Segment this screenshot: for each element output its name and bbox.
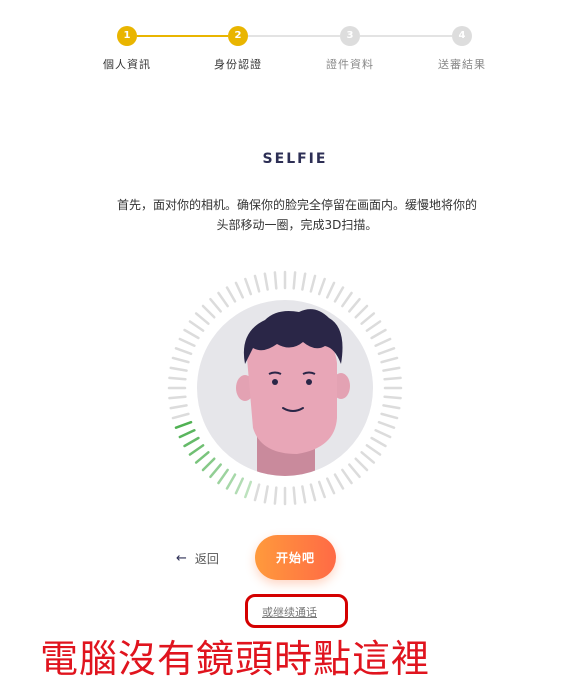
step-connector <box>360 35 452 37</box>
scan-tick <box>348 297 361 313</box>
scan-tick <box>168 376 187 381</box>
scan-tick <box>354 304 369 319</box>
step-connector <box>248 35 340 37</box>
scan-tick <box>370 436 387 448</box>
scan-tick <box>341 468 353 485</box>
scan-tick <box>174 420 193 429</box>
scan-tick <box>244 480 253 499</box>
scan-tick <box>263 272 269 291</box>
scan-tick <box>365 444 382 456</box>
scan-tick <box>374 337 392 347</box>
scan-tick <box>360 451 376 464</box>
continue-link[interactable]: 或继续通话 <box>262 604 317 620</box>
scan-tick <box>370 328 387 340</box>
scan-tick <box>201 304 216 319</box>
scan-tick <box>301 272 307 291</box>
scan-tick <box>209 463 222 479</box>
scan-tick <box>201 457 216 472</box>
scan-tick <box>273 271 278 290</box>
scan-tick <box>209 297 222 313</box>
scan-tick <box>333 286 345 303</box>
arrow-left-icon: ← <box>176 551 187 566</box>
step-connector <box>137 35 228 37</box>
scan-tick <box>354 457 369 472</box>
scan-tick <box>365 320 382 332</box>
scan-tick <box>360 312 376 325</box>
scan-tick <box>317 480 326 499</box>
scan-tick <box>244 277 253 296</box>
step-3-number: 3 <box>340 26 360 46</box>
scan-tick <box>263 485 269 504</box>
scan-tick <box>194 312 210 325</box>
step-2-label: 身份認證 <box>214 58 262 71</box>
scan-tick <box>333 473 345 490</box>
scan-tick <box>253 483 261 502</box>
scan-tick <box>169 366 188 372</box>
scan-tick <box>377 420 396 429</box>
scan-tick <box>341 291 353 308</box>
step-1-number: 1 <box>117 26 137 46</box>
face-scan-illustration <box>167 270 403 506</box>
scan-tick <box>380 412 399 420</box>
scan-tick <box>225 286 237 303</box>
back-label: 返回 <box>194 552 219 566</box>
scan-tick <box>348 463 361 479</box>
scan-tick <box>377 347 396 356</box>
scan-tick <box>171 412 190 420</box>
scan-tick <box>188 320 205 332</box>
scan-tick <box>168 395 187 400</box>
scan-tick <box>383 376 402 381</box>
scan-tick <box>169 404 188 410</box>
annotation-text: 電腦沒有鏡頭時點這裡 <box>40 637 431 681</box>
step-2-number: 2 <box>228 26 248 46</box>
scan-tick <box>292 271 297 290</box>
scan-tick <box>188 444 205 456</box>
scan-tick <box>383 395 402 400</box>
scan-tick <box>273 486 278 505</box>
scan-tick <box>217 291 229 308</box>
scan-tick <box>225 473 237 490</box>
scan-tick <box>174 347 193 356</box>
step-4-number: 4 <box>452 26 472 46</box>
scan-tick <box>317 277 326 296</box>
progress-stepper: 1 2 3 4 個人資訊 身份認證 證件資料 送審結果 <box>0 26 565 76</box>
scan-tick <box>380 356 399 364</box>
instructions-text: 首先，面对你的相机。确保你的脸完全停留在画面内。缓慢地将你的头部移动一圈，完成3… <box>116 198 477 232</box>
scan-tick <box>292 486 297 505</box>
scan-tick <box>309 274 317 293</box>
scan-tick <box>171 356 190 364</box>
step-1-label: 個人資訊 <box>103 58 151 71</box>
scan-tick <box>301 485 307 504</box>
scan-tick <box>309 483 317 502</box>
step-3-label: 證件資料 <box>326 58 374 71</box>
scan-tick <box>374 429 392 439</box>
scan-tick <box>382 366 401 372</box>
avatar-face-icon <box>236 309 350 476</box>
scan-tick <box>217 468 229 485</box>
page-title: SELFIE <box>262 151 328 167</box>
scan-tick <box>183 328 200 340</box>
scan-tick <box>253 274 261 293</box>
scan-tick <box>234 477 244 495</box>
back-button[interactable]: ← 返回 <box>176 550 219 567</box>
scan-tick <box>234 281 244 299</box>
scan-tick <box>326 281 336 299</box>
scan-tick <box>326 477 336 495</box>
start-button[interactable]: 开始吧 <box>255 535 336 580</box>
scan-tick <box>183 436 200 448</box>
step-4-label: 送審結果 <box>438 58 486 71</box>
scan-tick <box>382 404 401 410</box>
scan-tick <box>178 337 196 347</box>
scan-tick <box>194 451 210 464</box>
scan-tick <box>178 429 196 439</box>
